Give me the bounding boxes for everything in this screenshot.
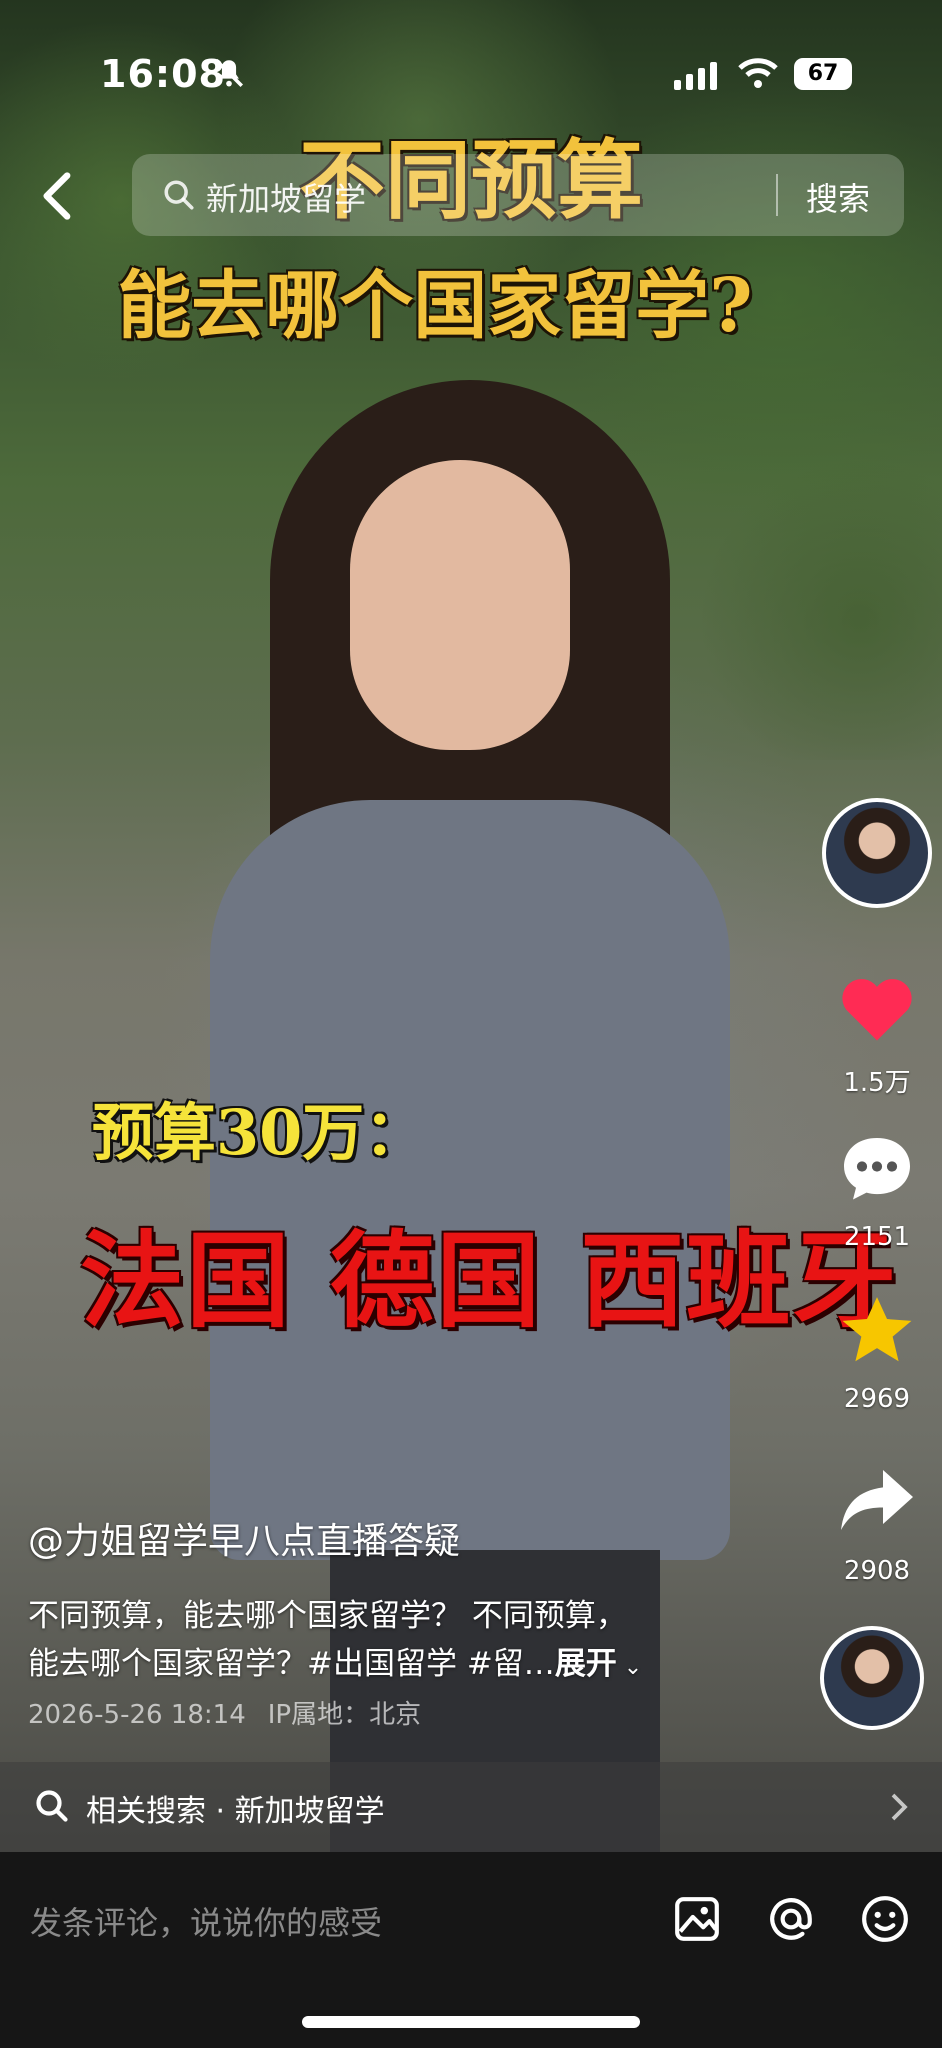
heart-icon[interactable]: [838, 972, 916, 1044]
video-description: 不同预算，能去哪个国家留学？ 不同预算， 能去哪个国家留学？#出国留学 #留…展…: [28, 1592, 708, 1692]
like-count: 1.5万: [843, 1068, 911, 1098]
comment-count: 2151: [843, 1222, 911, 1252]
back-icon[interactable]: [36, 170, 76, 222]
status-bar: 16:08 67: [0, 0, 942, 150]
wifi-icon: [738, 58, 778, 88]
video-feed-screen: 不同预算 能去哪个国家留学? 预算30万： 法国 德国 西班牙 16:08 67: [0, 0, 942, 2048]
home-indicator: [302, 2016, 640, 2028]
post-date: 2026-5-26 18:14: [28, 1700, 246, 1730]
desc-line2: 能去哪个国家留学？#出国留学 #留…展开 ⌄: [28, 1640, 708, 1692]
search-input[interactable]: 新加坡留学: [206, 174, 366, 220]
signal-icon: [674, 62, 717, 90]
at-icon[interactable]: [766, 1894, 816, 1944]
status-time: 16:08: [100, 52, 226, 96]
emoji-icon[interactable]: [860, 1894, 910, 1944]
video-title-line2: 能去哪个国家留学?: [117, 263, 753, 349]
search-icon: [164, 180, 194, 210]
bell-off-icon: [214, 58, 244, 88]
share-icon[interactable]: [838, 1464, 916, 1536]
desc-line1: 不同预算，能去哪个国家留学？ 不同预算，: [28, 1598, 627, 1634]
search-divider: [776, 174, 778, 216]
search-button[interactable]: 搜索: [806, 174, 870, 220]
desc-line2-text: 能去哪个国家留学？#出国留学 #留…: [28, 1646, 555, 1682]
countries-caption: 法国 德国 西班牙: [80, 1219, 899, 1342]
related-search-icon: [36, 1790, 68, 1822]
star-icon[interactable]: [838, 1294, 916, 1366]
author-avatar[interactable]: [822, 798, 932, 908]
comment-input[interactable]: 发条评论，说说你的感受: [30, 1898, 382, 1944]
comment-icon[interactable]: [838, 1132, 916, 1204]
related-search-bar[interactable]: 相关搜索 · 新加坡留学: [0, 1762, 942, 1852]
image-icon[interactable]: [672, 1894, 722, 1944]
budget-caption: 预算30万：: [92, 1096, 427, 1169]
post-meta: 2026-5-26 18:14 IP属地：北京: [28, 1694, 443, 1731]
chevron-right-icon: [891, 1793, 908, 1821]
music-disc-avatar[interactable]: [820, 1626, 924, 1730]
chevron-down-icon[interactable]: ⌄: [617, 1655, 642, 1680]
ip-location: IP属地：北京: [267, 1700, 422, 1730]
related-search-text: 相关搜索 · 新加坡留学: [86, 1794, 385, 1829]
share-count: 2908: [843, 1556, 911, 1586]
battery-icon: 67: [794, 58, 852, 90]
favorite-count: 2969: [843, 1384, 911, 1414]
comment-bar: 发条评论，说说你的感受: [0, 1852, 942, 2048]
search-bar[interactable]: 新加坡留学 搜索: [132, 154, 904, 236]
author-name[interactable]: @力姐留学早八点直播答疑: [28, 1512, 460, 1564]
expand-button[interactable]: 展开: [555, 1646, 617, 1682]
